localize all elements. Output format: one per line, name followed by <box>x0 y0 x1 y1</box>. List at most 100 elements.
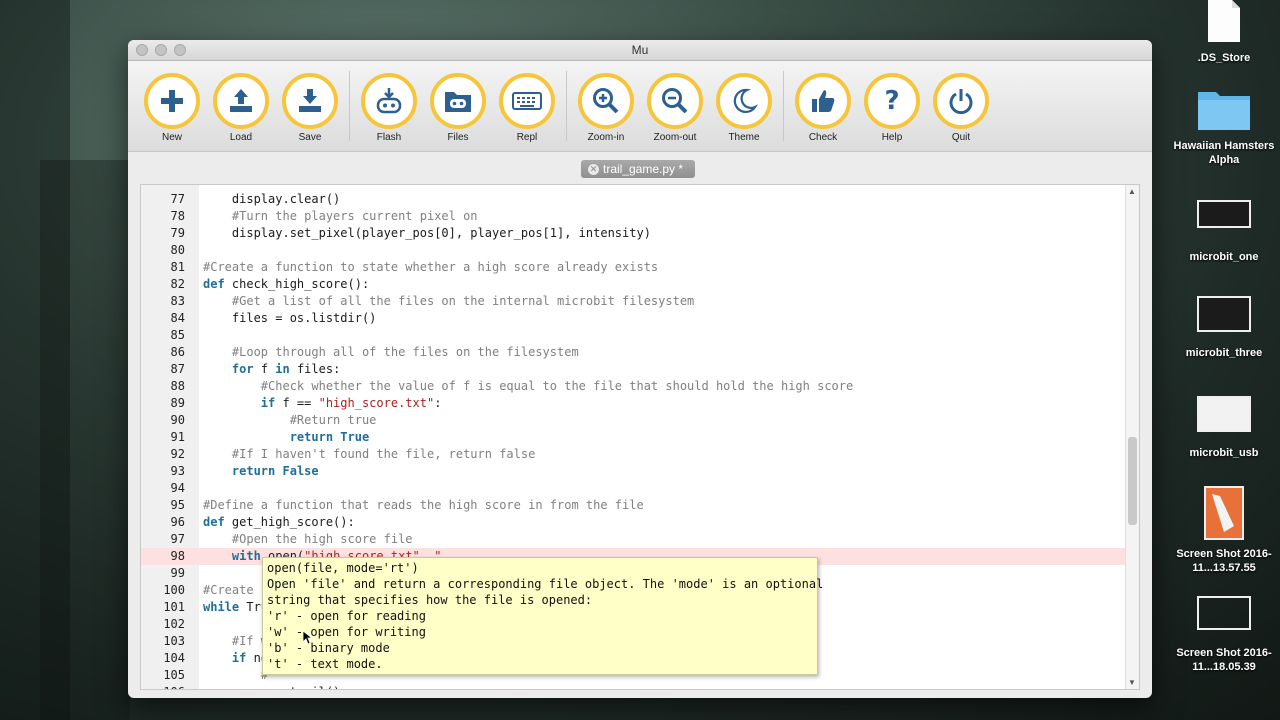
code-text: display.set_pixel(player_pos[0], player_… <box>203 226 651 240</box>
close-tab-icon[interactable]: ✕ <box>588 163 599 175</box>
desktop-icon-screenshot-2[interactable]: Screen Shot 2016-11...18.05.39 <box>1170 596 1278 674</box>
moon-icon <box>733 88 758 114</box>
desktop-icon-ds-store[interactable]: .DS_Store <box>1170 0 1278 65</box>
desktop-icon-microbit-usb[interactable]: microbit_usb <box>1170 396 1278 460</box>
tooltip-line: string that specifies how the file is op… <box>267 593 593 607</box>
tab-trail-game[interactable]: ✕ trail_game.py * <box>581 160 695 178</box>
code-text: gen_trail() <box>203 684 340 689</box>
line-number: 95 <box>170 498 185 512</box>
files-button[interactable]: Files <box>428 73 488 143</box>
tab-label: trail_game.py * <box>603 162 684 176</box>
code-text: #If w <box>203 634 269 648</box>
theme-button[interactable]: Theme <box>714 73 774 143</box>
title-bar[interactable]: Mu <box>128 40 1152 61</box>
zoom-out-button[interactable]: Zoom-out <box>645 73 705 143</box>
line-number: 79 <box>170 226 185 240</box>
line-number: 88 <box>170 379 185 393</box>
line-number: 93 <box>170 464 185 478</box>
files-icon <box>445 92 471 112</box>
code-text: if no <box>231 651 269 665</box>
scroll-up-icon[interactable]: ▲ <box>1128 187 1136 196</box>
code-line[interactable]: 87 for f in files: <box>141 361 1125 378</box>
new-button[interactable]: New <box>142 73 202 143</box>
code-line[interactable]: 77 display.clear() <box>141 191 1125 208</box>
code-line[interactable]: 84 files = os.listdir() <box>141 310 1125 327</box>
zoom-in-button[interactable]: Zoom-in <box>576 73 636 143</box>
toolbar: New Load Save Flash Files Repl Zoom-in Z… <box>128 61 1152 152</box>
call-tip-tooltip: open(file, mode='rt') Open 'file' and ret… <box>262 557 824 675</box>
code-line[interactable]: 93 return False <box>141 463 1125 480</box>
save-button[interactable]: Save <box>280 73 340 143</box>
code-line[interactable]: 91 return True <box>141 429 1125 446</box>
desktop-label: .DS_Store <box>1197 52 1251 64</box>
line-number: 103 <box>163 634 185 648</box>
code-line[interactable]: 78 #Turn the players current pixel on <box>141 208 1125 225</box>
code-line[interactable]: 82 def check_high_score(): <box>141 276 1125 293</box>
line-number: 83 <box>170 294 185 308</box>
code-text: #Create f <box>203 583 269 597</box>
scrollbar-thumb[interactable] <box>1128 437 1137 525</box>
tooltip-line: 't' - text mode. <box>267 657 383 671</box>
code-text: # <box>203 668 269 682</box>
flash-label: Flash <box>376 132 402 143</box>
desktop-icon-screenshot-1[interactable]: Screen Shot 2016-11...13.57.55 <box>1170 486 1278 575</box>
line-number: 89 <box>170 396 185 410</box>
line-number: 102 <box>163 617 185 631</box>
question-icon: ? <box>884 86 900 116</box>
line-number: 81 <box>170 260 185 274</box>
window-title: Mu <box>631 43 649 57</box>
code-line[interactable]: 106 gen_trail() <box>141 684 1125 689</box>
zoom-in-icon <box>593 88 619 114</box>
save-label: Save <box>298 132 322 143</box>
code-line[interactable]: 88 #Check whether the value of f is equa… <box>141 378 1125 395</box>
code-line[interactable]: 90 #Return true <box>141 412 1125 429</box>
flash-button[interactable]: Flash <box>359 73 419 143</box>
toolbar-divider <box>349 71 350 141</box>
line-number: 87 <box>170 362 185 376</box>
line-number: 105 <box>163 668 185 682</box>
line-number: 94 <box>170 481 185 495</box>
screenshot-icon <box>1197 396 1251 432</box>
code-line[interactable]: 85 <box>141 327 1125 344</box>
load-button[interactable]: Load <box>211 73 271 143</box>
desktop-icon-microbit-one[interactable]: microbit_one <box>1170 200 1278 264</box>
screenshot-icon <box>1197 200 1251 228</box>
line-number: 106 <box>141 684 185 689</box>
tooltip-line: 'b' - binary mode <box>267 641 390 655</box>
line-number: 86 <box>170 345 185 359</box>
vertical-scrollbar[interactable]: ▲ ▼ <box>1125 185 1139 689</box>
toolbar-divider <box>783 71 784 141</box>
code-line[interactable]: 80 <box>141 242 1125 259</box>
tooltip-line: Open 'file' and return a corresponding f… <box>267 577 824 591</box>
code-text: display.clear() <box>203 192 341 206</box>
desktop-icon-microbit-three[interactable]: microbit_three <box>1170 296 1278 360</box>
repl-button[interactable]: Repl <box>497 73 557 143</box>
code-line[interactable]: 92 #If I haven't found the file, return … <box>141 446 1125 463</box>
folder-icon <box>1198 92 1250 130</box>
file-icon <box>1208 0 1240 42</box>
thumbs-up-icon <box>812 90 835 112</box>
desktop-label: Screen Shot 2016-11...18.05.39 <box>1176 647 1272 673</box>
desktop-label: microbit_three <box>1185 347 1263 359</box>
code-line[interactable]: 86 #Loop through all of the files on the… <box>141 344 1125 361</box>
code-line[interactable]: 97 #Open the high score file <box>141 531 1125 548</box>
scroll-down-icon[interactable]: ▼ <box>1128 678 1136 687</box>
line-number: 80 <box>170 243 185 257</box>
code-line[interactable]: 89 if f == "high_score.txt": <box>141 395 1125 412</box>
code-line[interactable]: 94 <box>141 480 1125 497</box>
help-button[interactable]: ? Help <box>862 73 922 143</box>
desktop-icon-hawaiian-hamsters[interactable]: Hawaiian Hamsters Alpha <box>1170 86 1278 167</box>
code-text: files = os.listdir() <box>203 311 377 325</box>
code-text: #Return true <box>203 413 377 427</box>
code-line[interactable]: 79 display.set_pixel(player_pos[0], play… <box>141 225 1125 242</box>
code-text: #If I haven't found the file, return fal… <box>203 447 536 461</box>
code-line[interactable]: 95 #Define a function that reads the high… <box>141 497 1125 514</box>
download-icon <box>299 89 321 112</box>
check-button[interactable]: Check <box>793 73 853 143</box>
quit-label: Quit <box>951 132 971 143</box>
code-line[interactable]: 83 #Get a list of all the files on the i… <box>141 293 1125 310</box>
quit-button[interactable]: Quit <box>931 73 991 143</box>
code-line[interactable]: 96 def get_high_score(): <box>141 514 1125 531</box>
code-text: for f in files: <box>231 362 341 376</box>
code-line[interactable]: 81 #Create a function to state whether a … <box>141 259 1125 276</box>
